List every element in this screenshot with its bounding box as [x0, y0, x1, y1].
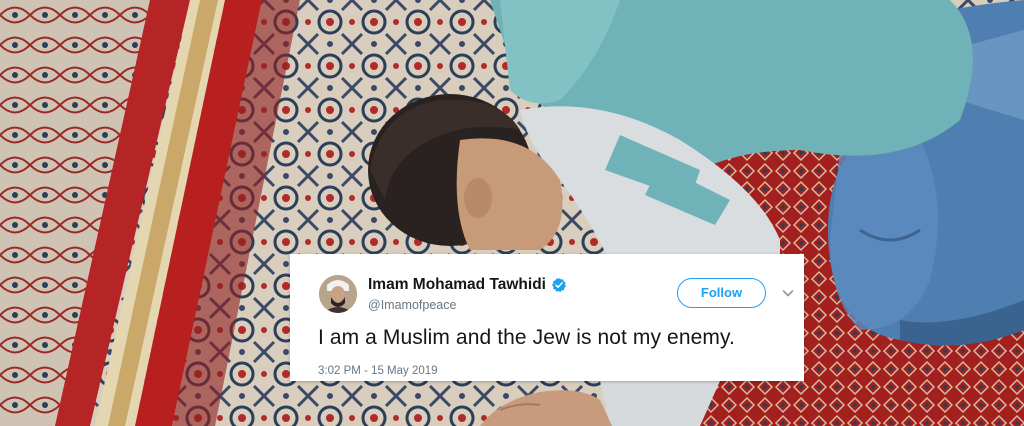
avatar[interactable] [319, 275, 357, 313]
verified-badge-icon [552, 278, 566, 292]
avatar-image [319, 275, 357, 313]
photo-scene: Imam Mohamad Tawhidi @Imamofpeace Follow… [0, 0, 1024, 426]
chevron-down-icon[interactable] [782, 288, 794, 298]
author-name[interactable]: Imam Mohamad Tawhidi [368, 276, 546, 294]
author-handle[interactable]: @Imamofpeace [368, 298, 456, 312]
tweet-card: Imam Mohamad Tawhidi @Imamofpeace Follow… [290, 254, 804, 381]
follow-button[interactable]: Follow [677, 278, 766, 308]
tweet-timestamp[interactable]: 3:02 PM - 15 May 2019 [318, 365, 438, 377]
tweet-text: I am a Muslim and the Jew is not my enem… [318, 326, 735, 349]
